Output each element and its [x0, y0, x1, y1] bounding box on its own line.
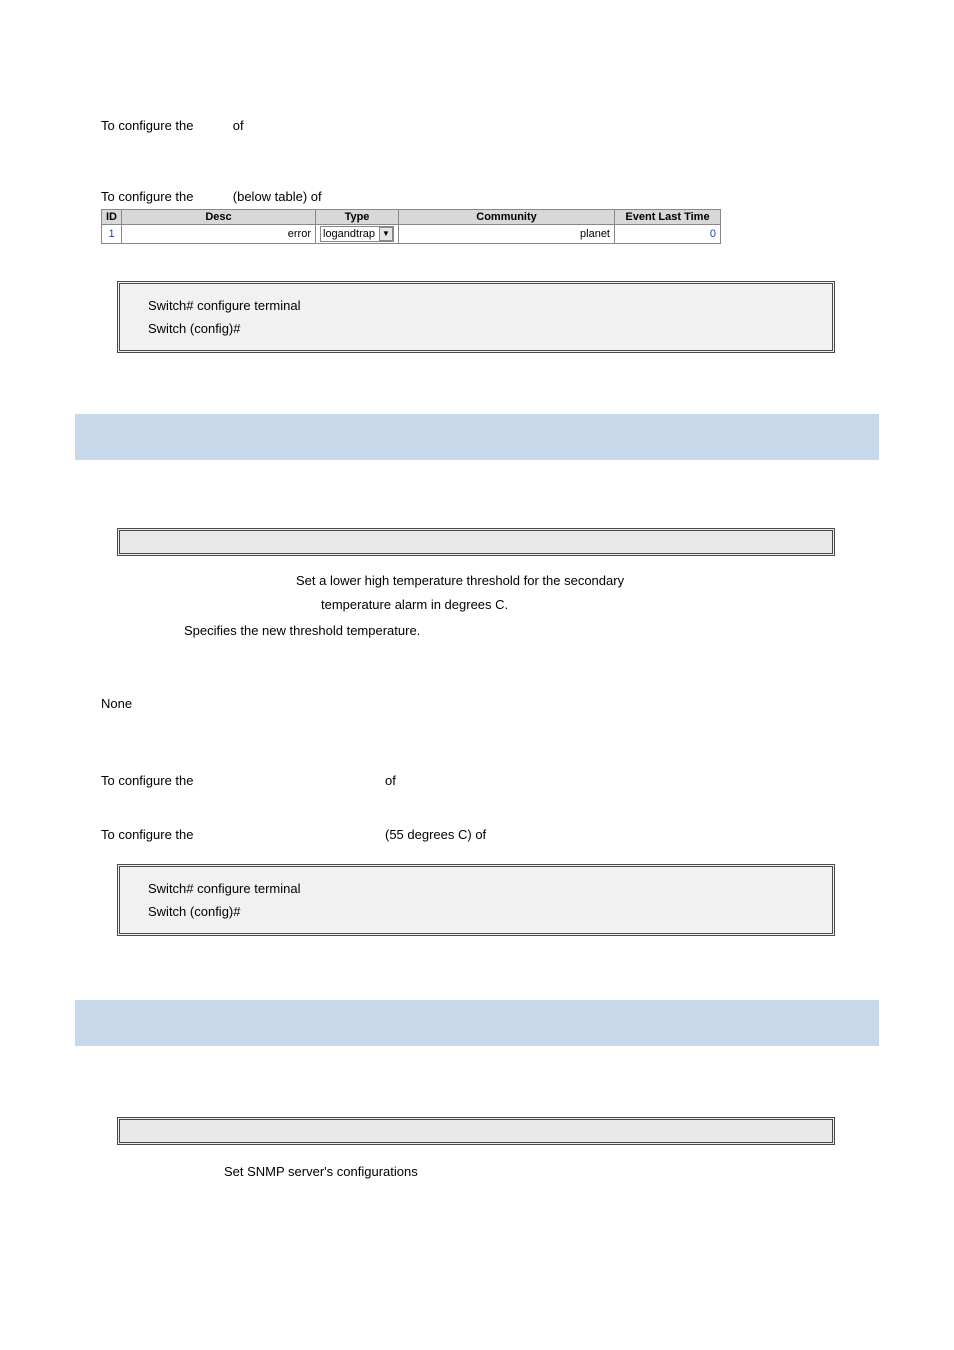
example2-mid: (55 degrees C) of: [385, 827, 486, 842]
col-community: Community: [399, 210, 615, 225]
usage-text: To configure the: [101, 118, 194, 133]
col-type: Type: [316, 210, 399, 225]
cell-community[interactable]: planet: [399, 225, 615, 244]
default-value: None: [101, 696, 132, 711]
type-select[interactable]: logandtrap ▼: [320, 226, 394, 242]
usage-of: of: [233, 118, 244, 133]
example-mid: (below table) of: [233, 189, 322, 204]
usage2-of: of: [385, 773, 396, 788]
cell-id: 1: [102, 225, 122, 244]
example-text: To configure the: [101, 189, 194, 204]
desc2: Set SNMP server's configurations: [224, 1164, 418, 1179]
code-block-2: Switch# configure terminal Switch (confi…: [117, 864, 835, 936]
rmon-event-table: ID Desc Type Community Event Last Time 1…: [101, 209, 721, 244]
table-row: 1 error logandtrap ▼ planet 0: [102, 225, 721, 244]
syntax-box: [117, 1117, 835, 1145]
col-last: Event Last Time: [615, 210, 721, 225]
desc-line-2: temperature alarm in degrees C.: [321, 597, 508, 612]
example2-prefix: To configure the: [101, 827, 194, 842]
cell-last: 0: [615, 225, 721, 244]
cell-desc[interactable]: error: [122, 225, 316, 244]
code-line: Switch (config)#: [148, 904, 804, 919]
syntax-box: [117, 528, 835, 556]
col-desc: Desc: [122, 210, 316, 225]
code-line: Switch (config)#: [148, 321, 804, 336]
code-block-1: Switch# configure terminal Switch (confi…: [117, 281, 835, 353]
section-banner: [75, 1000, 879, 1046]
type-select-value: logandtrap: [323, 228, 375, 240]
section-banner: [75, 414, 879, 460]
code-line: Switch# configure terminal: [148, 298, 804, 313]
cell-type: logandtrap ▼: [316, 225, 399, 244]
param-desc: Specifies the new threshold temperature.: [184, 623, 420, 638]
desc-line-1: Set a lower high temperature threshold f…: [296, 573, 624, 588]
chevron-down-icon: ▼: [379, 227, 393, 241]
col-id: ID: [102, 210, 122, 225]
code-line: Switch# configure terminal: [148, 881, 804, 896]
usage2-prefix: To configure the: [101, 773, 194, 788]
